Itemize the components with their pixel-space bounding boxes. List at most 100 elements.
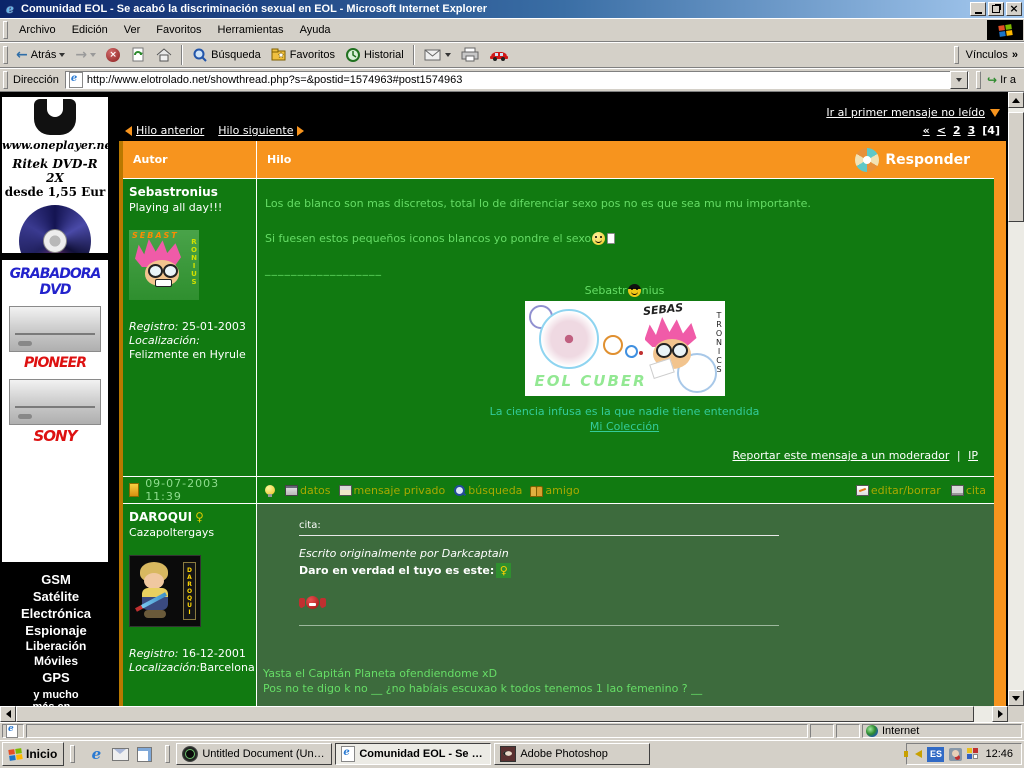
favorites-button[interactable]: Favoritos xyxy=(266,45,340,65)
mail-button[interactable] xyxy=(419,46,456,64)
vertical-scroll-thumb[interactable] xyxy=(1008,112,1024,222)
volume-icon[interactable] xyxy=(904,750,923,758)
oneplayer-price: desde 1,55 Eur xyxy=(4,185,106,199)
forward-dropdown-icon[interactable] xyxy=(90,52,97,57)
ie-quicklaunch-icon[interactable]: e xyxy=(87,745,105,763)
home-button[interactable] xyxy=(151,45,177,65)
report-link[interactable]: Reportar este mensaje a un moderador xyxy=(732,449,949,462)
history-button[interactable]: Historial xyxy=(340,45,409,65)
start-button[interactable]: Inicio xyxy=(2,742,65,766)
go-button[interactable]: ↪ Ir a xyxy=(969,70,1024,89)
scroll-right-button[interactable] xyxy=(992,706,1008,722)
menu-favoritos[interactable]: Favoritos xyxy=(148,21,209,39)
address-url[interactable]: http://www.elotrolado.net/showthread.php… xyxy=(87,74,463,86)
post-date: 09-07-2003 11:39 xyxy=(145,477,220,503)
buddy-link[interactable]: amigo xyxy=(530,484,580,497)
page-3-link[interactable]: 3 xyxy=(968,124,976,137)
task-untitled-document[interactable]: Untitled Document (Untitl... xyxy=(176,743,333,765)
localizacion-label: Localización: xyxy=(129,661,200,674)
horizontal-scroll-thumb[interactable] xyxy=(16,706,974,722)
facktoys-ad[interactable]: GSM Satélite Electrónica Espionaje Liber… xyxy=(0,570,112,706)
signature-quote: La ciencia infusa es la que nadie tiene … xyxy=(489,405,760,418)
mail-dropdown-icon[interactable] xyxy=(444,52,451,57)
first-unread-link[interactable]: Ir al primer mensaje no leído xyxy=(826,106,985,119)
header-autor: Autor xyxy=(123,141,257,178)
restore-button[interactable] xyxy=(988,2,1004,16)
scroll-up-button[interactable] xyxy=(1008,92,1024,108)
links-label[interactable]: Vínculos xyxy=(966,49,1008,61)
menu-ver[interactable]: Ver xyxy=(116,21,149,39)
vertical-scrollbar[interactable] xyxy=(1008,92,1024,706)
quote-link[interactable]: cita xyxy=(950,484,986,497)
back-dropdown-icon[interactable] xyxy=(59,52,66,57)
prev-thread-link[interactable]: Hilo anterior xyxy=(136,124,204,137)
links-chevron-icon[interactable]: » xyxy=(1012,49,1018,61)
stop-button[interactable]: × xyxy=(101,46,125,64)
refresh-button[interactable] xyxy=(125,45,151,65)
menu-herramientas[interactable]: Herramientas xyxy=(210,21,292,39)
private-message-link[interactable]: mensaje privado xyxy=(338,484,445,497)
address-dropdown-button[interactable] xyxy=(950,70,969,89)
responder-button[interactable]: Responder xyxy=(855,147,970,172)
toolbar-grip[interactable] xyxy=(3,20,8,39)
task-adobe-photoshop[interactable]: Adobe Photoshop xyxy=(494,743,651,765)
post2-content-cell: cita: Escrito originalmente por Darkcapt… xyxy=(257,504,994,706)
security-zone: Internet xyxy=(862,724,1022,738)
taskbar-grip[interactable] xyxy=(165,745,171,763)
print-button[interactable] xyxy=(456,45,484,64)
status-segment xyxy=(836,724,860,738)
username[interactable]: Sebastronius xyxy=(129,185,250,199)
signature-name: Sebastr xyxy=(584,284,627,297)
menu-ayuda[interactable]: Ayuda xyxy=(292,21,339,39)
edit-link[interactable]: editar/borrar xyxy=(855,484,941,497)
dvd-recorder-ad[interactable]: GRABADORA DVD PIONEER SONY xyxy=(2,260,108,562)
windows-logo-icon xyxy=(987,20,1023,40)
outlook-quicklaunch-icon[interactable] xyxy=(111,745,129,763)
ip-link[interactable]: IP xyxy=(968,449,978,462)
page-2-link[interactable]: 2 xyxy=(953,124,961,137)
signature-banner-image: SEBAS TRONICS EOL CUBER xyxy=(524,301,725,396)
toolbar-separator xyxy=(181,44,184,65)
scroll-left-button[interactable] xyxy=(0,706,16,722)
close-button[interactable]: × xyxy=(1006,2,1022,16)
show-desktop-icon[interactable] xyxy=(135,745,153,763)
taskbar-grip[interactable] xyxy=(70,745,76,763)
internet-globe-icon xyxy=(866,725,878,737)
address-input[interactable]: e http://www.elotrolado.net/showthread.p… xyxy=(64,70,970,89)
car-icon xyxy=(489,51,508,61)
task-comunidad-eol[interactable]: e Comunidad EOL - Se ac... xyxy=(335,743,492,765)
tray-app-icon[interactable] xyxy=(967,747,980,761)
toolbar-grip[interactable] xyxy=(976,70,982,89)
print-icon xyxy=(461,47,479,62)
page-first-link[interactable]: « xyxy=(923,124,930,137)
buddy-icon xyxy=(530,485,544,497)
ie-logo-icon: e xyxy=(6,2,14,16)
car-button[interactable] xyxy=(484,46,514,64)
toolbar-grip[interactable] xyxy=(3,45,8,64)
forward-button[interactable]: → xyxy=(70,46,101,64)
thread-table: Autor Hilo Responder Sebastronius Playin… xyxy=(119,141,1006,706)
username[interactable]: DAROQUI ♀ xyxy=(129,510,250,524)
collection-link[interactable]: Mi Colección xyxy=(590,420,659,433)
registro-value: 16-12-2001 xyxy=(181,647,246,660)
envelope-icon xyxy=(338,484,352,496)
back-button[interactable]: ← Atrás xyxy=(11,46,70,64)
menu-edicion[interactable]: Edición xyxy=(64,21,116,39)
toolbar-grip[interactable] xyxy=(953,45,959,64)
scroll-down-button[interactable] xyxy=(1008,690,1024,706)
page-prev-link[interactable]: < xyxy=(937,124,946,137)
oneplayer-ad[interactable]: www.oneplayer.net Ritek DVD-R 2X desde 1… xyxy=(2,97,108,253)
minimize-button[interactable] xyxy=(970,2,986,16)
horizontal-scrollbar[interactable] xyxy=(0,706,1008,722)
menu-archivo[interactable]: Archivo xyxy=(11,21,64,39)
status-message xyxy=(26,724,808,738)
next-thread-link[interactable]: Hilo siguiente xyxy=(218,124,293,137)
menu-bar: Archivo Edición Ver Favoritos Herramient… xyxy=(0,18,1024,42)
taskbar: Inicio e Untitled Document (Untitl... e … xyxy=(0,740,1024,768)
messenger-tray-icon[interactable] xyxy=(949,747,963,761)
search-posts-link[interactable]: búsqueda xyxy=(453,484,522,497)
toolbar-grip[interactable] xyxy=(3,70,8,89)
datos-link[interactable]: datos xyxy=(285,484,331,497)
search-button[interactable]: Búsqueda xyxy=(187,45,266,65)
language-indicator[interactable]: ES xyxy=(927,746,945,762)
